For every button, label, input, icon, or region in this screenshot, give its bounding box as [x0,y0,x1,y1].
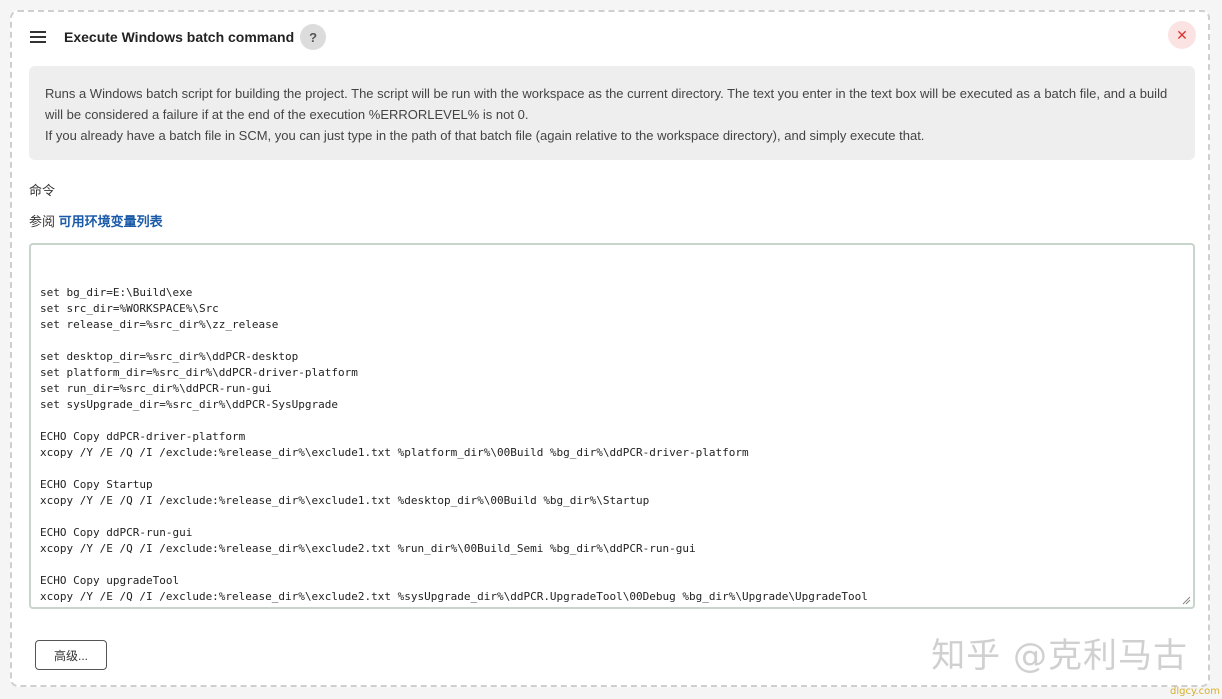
description-line: Runs a Windows batch script for building… [45,86,1168,122]
command-line: set run_dir=%src_dir%\ddPCR-run-gui [40,382,272,395]
delete-step-button[interactable]: ✕ [1168,21,1196,49]
command-line: ECHO Copy ddPCR-run-gui [40,526,193,539]
command-line [40,509,1184,525]
watermark-site: dlgcy.com [1170,686,1220,697]
step-header: Execute Windows batch command ? [30,22,327,52]
command-line: ECHO Copy upgradeTool [40,574,180,587]
see-also: 参阅 可用环境变量列表 [29,211,163,230]
command-line: ECHO Copy Startup [40,478,153,491]
command-line [40,461,1184,477]
advanced-button[interactable]: 高级... [35,640,107,670]
help-button[interactable]: ? [300,24,327,50]
command-line: set desktop_dir=%src_dir%\ddPCR-desktop [40,350,299,363]
resize-grip-icon[interactable] [1182,596,1191,605]
command-line [40,413,1184,429]
env-vars-link[interactable]: 可用环境变量列表 [59,214,163,229]
command-line [40,333,1184,349]
command-line [40,557,1184,573]
command-label: 命令 [29,183,56,198]
command-textarea[interactable]: set bg_dir=E:\Build\exeset src_dir=%WORK… [29,243,1195,609]
command-line: xcopy /Y /E /Q /I /exclude:%release_dir%… [40,446,749,459]
watermark: 知乎 @克利马古 [931,636,1188,676]
command-line: set bg_dir=E:\Build\exe [40,286,193,299]
command-line: xcopy /Y /E /Q /I /exclude:%release_dir%… [40,494,650,507]
help-description: Runs a Windows batch script for building… [29,66,1195,160]
build-step-panel: Execute Windows batch command ? ✕ Runs a… [10,10,1210,687]
command-line: set platform_dir=%src_dir%\ddPCR-driver-… [40,366,358,379]
command-line: ECHO Copy ddPCR-driver-platform [40,430,246,443]
see-also-prefix: 参阅 [29,214,56,229]
description-line: If you already have a batch file in SCM,… [45,128,925,143]
command-line: set sysUpgrade_dir=%src_dir%\ddPCR-SysUp… [40,398,339,411]
command-line: set release_dir=%src_dir%\zz_release [40,318,279,331]
command-line: set src_dir=%WORKSPACE%\Src [40,302,219,315]
command-line: xcopy /Y /E /Q /I /exclude:%release_dir%… [40,590,868,603]
command-line: xcopy /Y /E /Q /I /exclude:%release_dir%… [40,542,696,555]
step-title: Execute Windows batch command [64,29,295,45]
drag-handle-icon[interactable] [30,31,46,43]
